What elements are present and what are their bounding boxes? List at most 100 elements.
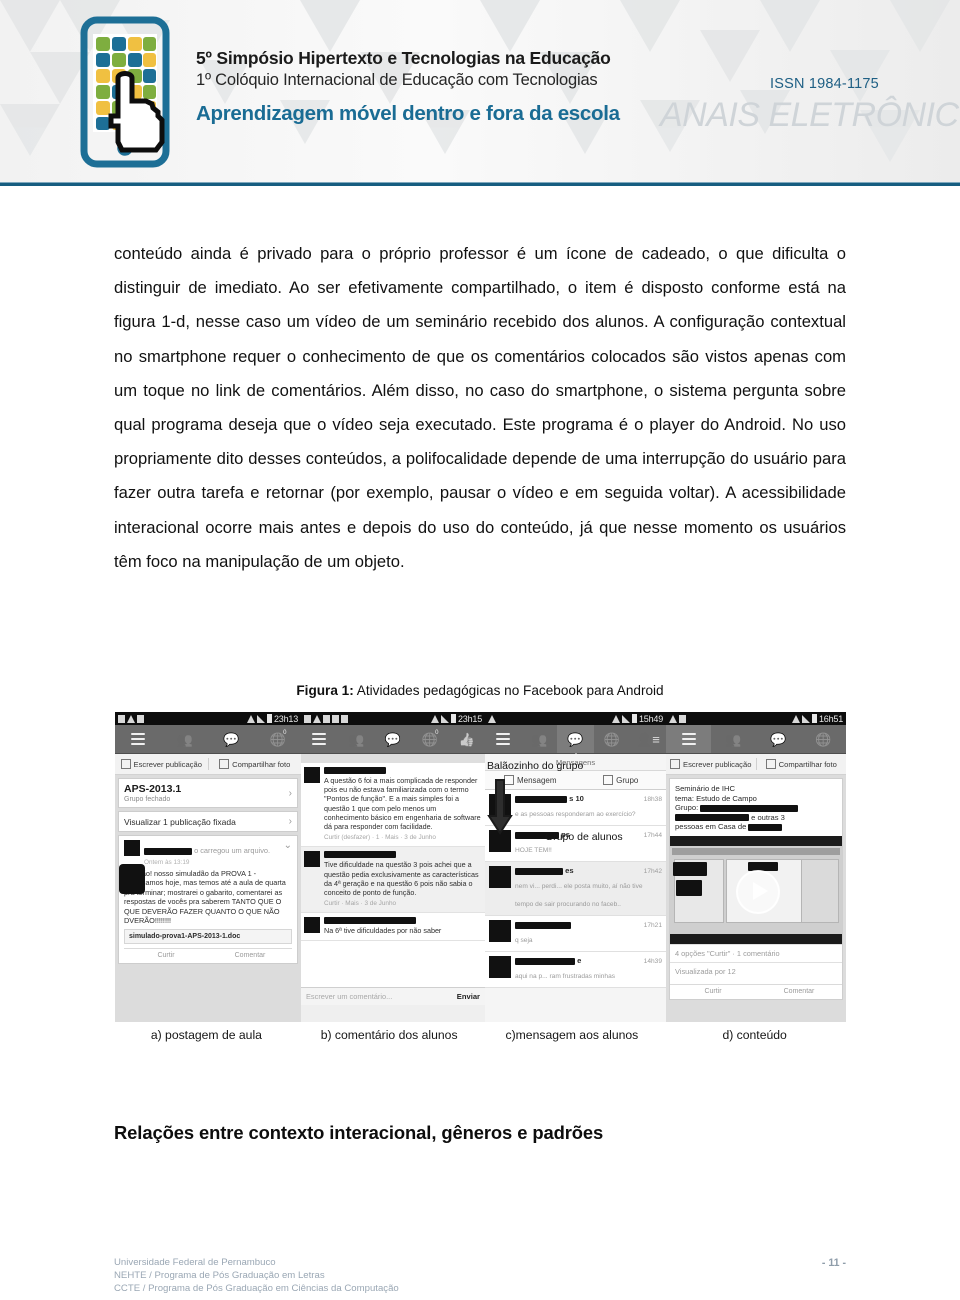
conversation-row[interactable]: 17h21 q seja <box>485 916 666 952</box>
hamburger-icon <box>131 730 146 748</box>
globe-icon: 🌐 <box>815 731 832 747</box>
conversation-name-text: s 10 <box>569 794 584 803</box>
video-thumbnail[interactable] <box>670 835 842 944</box>
comment-button[interactable]: Comentar <box>208 952 292 959</box>
share-photo-button[interactable]: Compartilhar foto <box>757 759 847 769</box>
contacts-tab[interactable]: 👤≡ <box>630 725 666 753</box>
comment-actions[interactable]: Curtir · Mais · 3 de Junho <box>324 899 482 908</box>
menu-button[interactable] <box>301 725 338 753</box>
thumbs-up-icon: 👍 <box>458 731 475 747</box>
android-status-bar: 23h15 <box>301 712 485 725</box>
friends-tab[interactable]: 👥 <box>521 725 557 753</box>
annotation-arrow-icon <box>487 779 513 835</box>
status-time: 23h15 <box>457 713 482 724</box>
conversation-snippet: HOJE TEM!! <box>515 847 552 854</box>
messages-tab[interactable]: 💬 <box>208 725 255 753</box>
like-button[interactable]: Curtir <box>670 988 756 995</box>
conversation-time: 17h44 <box>643 832 662 839</box>
menu-button[interactable] <box>666 725 711 753</box>
group-header-card[interactable]: APS-2013.1 Grupo fechado › <box>118 778 298 808</box>
antenna-icon <box>488 714 496 723</box>
conversation-row[interactable]: e 14h39 aqui na p... ram frustradas minh… <box>485 952 666 988</box>
conversation-row[interactable]: es 17h42 nem vi... perdi... ele posta mu… <box>485 862 666 916</box>
conversation-time: 14h39 <box>643 958 662 965</box>
post-action-bar: Escrever publicação Compartilhar foto <box>115 754 301 775</box>
annotation-balloon-label: Balãozinho do grupo <box>487 760 584 772</box>
menu-button[interactable] <box>485 725 521 753</box>
banner-divider <box>0 182 960 186</box>
group-type: Grupo fechado <box>124 796 171 803</box>
menu-button[interactable] <box>115 725 162 753</box>
like-button[interactable]: Curtir <box>124 952 208 959</box>
redaction-bar <box>700 804 799 812</box>
hamburger-icon <box>496 730 511 748</box>
write-post-button[interactable]: Escrever publicação <box>666 759 756 769</box>
figure-panel-b: 23h15 👥 💬 🌐 0 👍 A questão 6 foi a mais co… <box>301 712 485 1022</box>
plus-icon <box>341 714 348 723</box>
message-icon: 💬 <box>770 731 787 747</box>
post-line-group: Grupo: <box>675 803 837 813</box>
conversation-snippet: nem vi... perdi... ele posta muito, aí n… <box>515 883 643 908</box>
comment-input-placeholder[interactable]: Escrever um comentário... <box>306 992 392 1001</box>
play-button-icon[interactable] <box>736 869 780 914</box>
redaction-bar <box>515 867 563 875</box>
message-icon: 💬 <box>384 731 402 747</box>
globe-icon: 🌐 <box>603 731 620 747</box>
share-photo-label: Compartilhar foto <box>232 759 291 769</box>
post-line-title: Seminário de IHC <box>675 784 735 793</box>
figure-panel-d: 16h51 👥 💬 🌐 Escrever publicação Comparti… <box>666 712 846 1022</box>
conversation-time: 17h42 <box>643 868 662 875</box>
send-button[interactable]: Enviar <box>457 992 480 1001</box>
post-description: Seminário de IHC tema: Estudo de Campo G… <box>670 779 842 836</box>
hspa-icon <box>791 714 800 723</box>
friends-tab[interactable]: 👥 <box>338 725 375 753</box>
chevron-down-icon[interactable]: ⌄ <box>284 840 292 851</box>
comment-item: A questão 6 foi a mais complicada de res… <box>301 763 485 848</box>
figure-1-screenshots: 23h13 👥 💬 🌐 0 Escrever publicação Compart… <box>115 712 846 1022</box>
messages-tab[interactable]: 💬 <box>557 725 594 759</box>
tab-group[interactable]: Grupo <box>576 775 667 785</box>
avatar <box>304 767 320 783</box>
facebook-nav-bar: 👥 💬 🌐 0 👍 <box>301 725 485 754</box>
conversation-name: es <box>515 866 574 875</box>
pencil-icon <box>670 759 681 769</box>
chevron-right-icon: › <box>288 787 292 799</box>
figure-label-a: a) postagem de aula <box>150 1028 262 1042</box>
notifications-tab[interactable]: 🌐 <box>594 725 630 753</box>
share-photo-button[interactable]: Compartilhar foto <box>209 759 302 769</box>
battery-icon <box>811 714 817 723</box>
messages-tab[interactable]: 💬 <box>756 725 801 753</box>
notifications-tab[interactable]: 🌐 0 <box>411 725 448 753</box>
comment-item: Tive dificuldade na questão 3 pois achei… <box>301 847 485 914</box>
friends-icon: 👥 <box>348 731 365 747</box>
notification-badge: 0 <box>283 730 287 736</box>
notification-badge: 0 <box>435 730 439 736</box>
write-post-button[interactable]: Escrever publicação <box>115 759 208 769</box>
comment-list: A questão 6 foi a mais complicada de res… <box>301 763 485 1005</box>
messages-tab[interactable]: 💬 <box>375 725 412 753</box>
facebook-nav-bar: 👥 💬 🌐 <box>666 725 846 754</box>
friends-tab[interactable]: 👥 <box>711 725 756 753</box>
conversation-snippet: aqui na p... ram frustradas minhas <box>515 973 616 980</box>
likes-tab[interactable]: 👍 <box>448 725 485 753</box>
notifications-tab[interactable]: 🌐 <box>801 725 846 753</box>
friends-icon: 👥 <box>725 731 742 747</box>
friends-tab[interactable]: 👥 <box>162 725 209 753</box>
pinned-post-card[interactable]: Visualizar 1 publicação fixada › <box>118 811 298 832</box>
pencil-icon <box>120 759 131 769</box>
figure-label-c: c)mensagem aos alunos <box>505 1028 639 1042</box>
conversation-name: s 10 <box>515 794 584 803</box>
conversation-time: 18h38 <box>643 796 662 803</box>
footer-line-3: CCTE / Programa de Pós Graduação em Ciên… <box>114 1283 399 1294</box>
figure-caption-label: Figura 1: <box>296 683 354 698</box>
comment-actions[interactable]: Curtir (desfazer) · 1 · Mais · 3 de Junh… <box>324 833 482 842</box>
wifi-icon <box>430 714 439 723</box>
notifications-tab[interactable]: 🌐 0 <box>255 725 302 753</box>
comment-button[interactable]: Comentar <box>756 988 842 995</box>
post-line-theme: tema: Estudo de Campo <box>675 793 757 803</box>
facebook-nav-bar: 👥 💬 🌐 0 <box>115 725 301 754</box>
redaction-bar <box>515 921 571 929</box>
attachment-file[interactable]: simulado-prova1-APS-2013-1.doc <box>124 929 292 945</box>
redaction-bar <box>748 823 783 831</box>
comment-composer[interactable]: Escrever um comentário... Enviar <box>301 987 485 1005</box>
